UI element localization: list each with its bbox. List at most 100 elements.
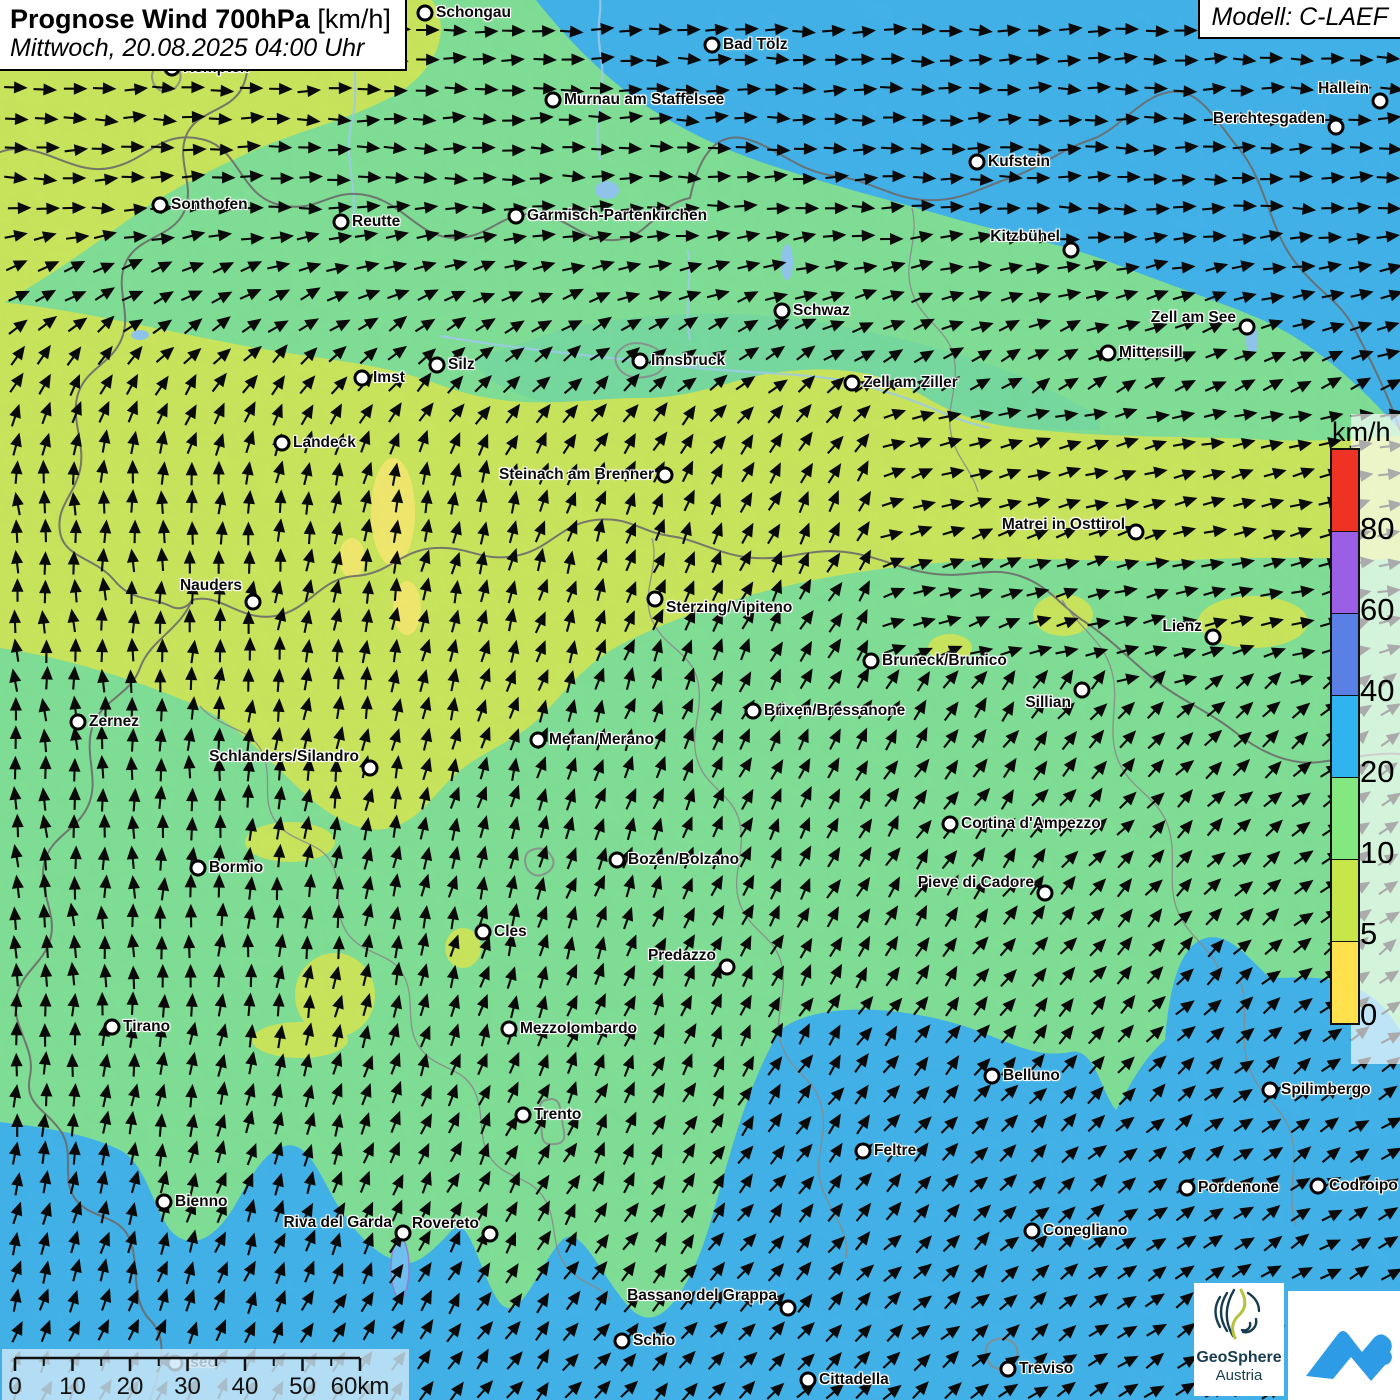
city-label: Hallein	[1318, 80, 1369, 98]
city-label: Predazzo	[648, 947, 716, 965]
city-label: Bassano del Grappa	[627, 1287, 777, 1305]
city-dot-icon	[190, 860, 207, 877]
legend-color-segment	[1332, 941, 1358, 1023]
city-dot-icon	[855, 1143, 872, 1160]
city-dot-icon	[362, 760, 379, 777]
city-dot-icon	[501, 1021, 518, 1038]
legend-color-segment	[1332, 859, 1358, 941]
city-label: Brixen/Bressanone	[764, 702, 905, 720]
legend-tick-label: 80	[1360, 511, 1394, 547]
city-dot-icon	[844, 375, 861, 392]
city-label: Feltre	[874, 1142, 916, 1160]
legend-unit-label: km/h	[1332, 417, 1391, 448]
city-dot-icon	[515, 1107, 532, 1124]
city-label: Schio	[633, 1332, 675, 1350]
city-label: Matrei in Osttirol	[1002, 516, 1125, 534]
partner-logo	[1288, 1291, 1400, 1400]
scalebar-ruler: 0 10 20 30 40 50 60km	[2, 1349, 409, 1400]
city-dot-icon	[1239, 319, 1256, 336]
city-label: Spilimbergo	[1281, 1081, 1371, 1099]
legend-tick-label: 20	[1360, 754, 1394, 790]
city-dot-icon	[152, 197, 169, 214]
city-dot-icon	[780, 1300, 797, 1317]
city-dot-icon	[704, 37, 721, 54]
city-dot-icon	[1205, 629, 1222, 646]
city-dot-icon	[417, 5, 434, 22]
city-dot-icon	[475, 924, 492, 941]
city-dot-icon	[1372, 93, 1389, 110]
legend-color-segment	[1332, 531, 1358, 613]
city-label: Zell am See	[1151, 309, 1236, 327]
geosphere-logo: GeoSphere Austria	[1194, 1283, 1284, 1396]
city-label: Bozen/Bolzano	[628, 851, 739, 869]
city-label: Schongau	[436, 4, 511, 22]
city-dot-icon	[719, 959, 736, 976]
city-dot-icon	[1179, 1180, 1196, 1197]
city-dot-icon	[800, 1372, 817, 1389]
city-label: Rovereto	[412, 1215, 479, 1233]
city-dot-icon	[1024, 1223, 1041, 1240]
legend-color-segment	[1332, 613, 1358, 695]
city-label: Bormio	[209, 859, 263, 877]
city-label: Nauders	[180, 577, 242, 595]
city-dot-icon	[1100, 345, 1117, 362]
city-label: Sillian	[1025, 694, 1071, 712]
legend-tick-label: 60	[1360, 592, 1394, 628]
city-label: Cortina d'Ampezzo	[961, 815, 1101, 833]
city-dot-icon	[609, 852, 626, 869]
city-dot-icon	[395, 1225, 412, 1242]
svg-text:40: 40	[232, 1373, 259, 1400]
svg-text:20: 20	[117, 1373, 144, 1400]
city-dot-icon	[482, 1226, 499, 1243]
city-label: Cittadella	[819, 1371, 889, 1389]
city-label: Sonthofen	[171, 196, 248, 214]
svg-text:60km: 60km	[331, 1373, 390, 1400]
city-label: Steinach am Brenner	[499, 466, 654, 484]
city-dot-icon	[1000, 1361, 1017, 1378]
city-dot-icon	[508, 208, 525, 225]
city-label: Schwaz	[793, 302, 850, 320]
city-label: Bienno	[175, 1193, 228, 1211]
title-box: Prognose Wind 700hPa [km/h] Mittwoch, 20…	[0, 0, 407, 71]
city-dot-icon	[530, 732, 547, 749]
city-dot-icon	[657, 467, 674, 484]
city-dot-icon	[1074, 682, 1091, 699]
city-dot-icon	[104, 1019, 121, 1036]
city-dot-icon	[333, 214, 350, 231]
city-dot-icon	[969, 154, 986, 171]
city-dot-icon	[354, 370, 371, 387]
city-dot-icon	[632, 353, 649, 370]
city-dot-icon	[1128, 524, 1145, 541]
city-label: Kitzbühel	[990, 228, 1060, 246]
city-dot-icon	[1037, 885, 1054, 902]
city-label: Conegliano	[1043, 1222, 1127, 1240]
svg-text:10: 10	[59, 1373, 86, 1400]
city-label: Schlanders/Silandro	[209, 748, 359, 766]
city-label: Zell am Ziller	[863, 374, 958, 392]
city-label: Sterzing/Vipiteno	[666, 599, 792, 617]
city-label: Lienz	[1162, 618, 1202, 636]
svg-text:50: 50	[289, 1373, 316, 1400]
legend-tick-label: 10	[1360, 835, 1394, 871]
city-label: Meran/Merano	[549, 731, 654, 749]
city-dot-icon	[1310, 1178, 1327, 1195]
city-label: Bruneck/Brunico	[882, 652, 1007, 670]
legend-tick-label: 0	[1360, 997, 1377, 1033]
city-label: Cles	[494, 923, 527, 941]
city-dot-icon	[274, 435, 291, 452]
city-label: Bad Tölz	[723, 36, 788, 54]
city-label: Innsbruck	[651, 352, 725, 370]
city-dot-icon	[70, 714, 87, 731]
city-label: Codroipo	[1329, 1177, 1398, 1195]
city-dot-icon	[942, 816, 959, 833]
legend-color-segment	[1332, 450, 1358, 531]
city-dot-icon	[984, 1068, 1001, 1085]
city-label: Mittersill	[1119, 344, 1183, 362]
legend-colorbar	[1330, 448, 1360, 1025]
wind-forecast-map: SchongauBad TölzKemptenMurnau am Staffel…	[0, 0, 1400, 1400]
svg-text:0: 0	[8, 1373, 21, 1400]
svg-text:30: 30	[174, 1373, 201, 1400]
map-title: Prognose Wind 700hPa [km/h]	[10, 4, 391, 34]
city-label: Belluno	[1003, 1067, 1060, 1085]
city-label: Reutte	[352, 213, 400, 231]
